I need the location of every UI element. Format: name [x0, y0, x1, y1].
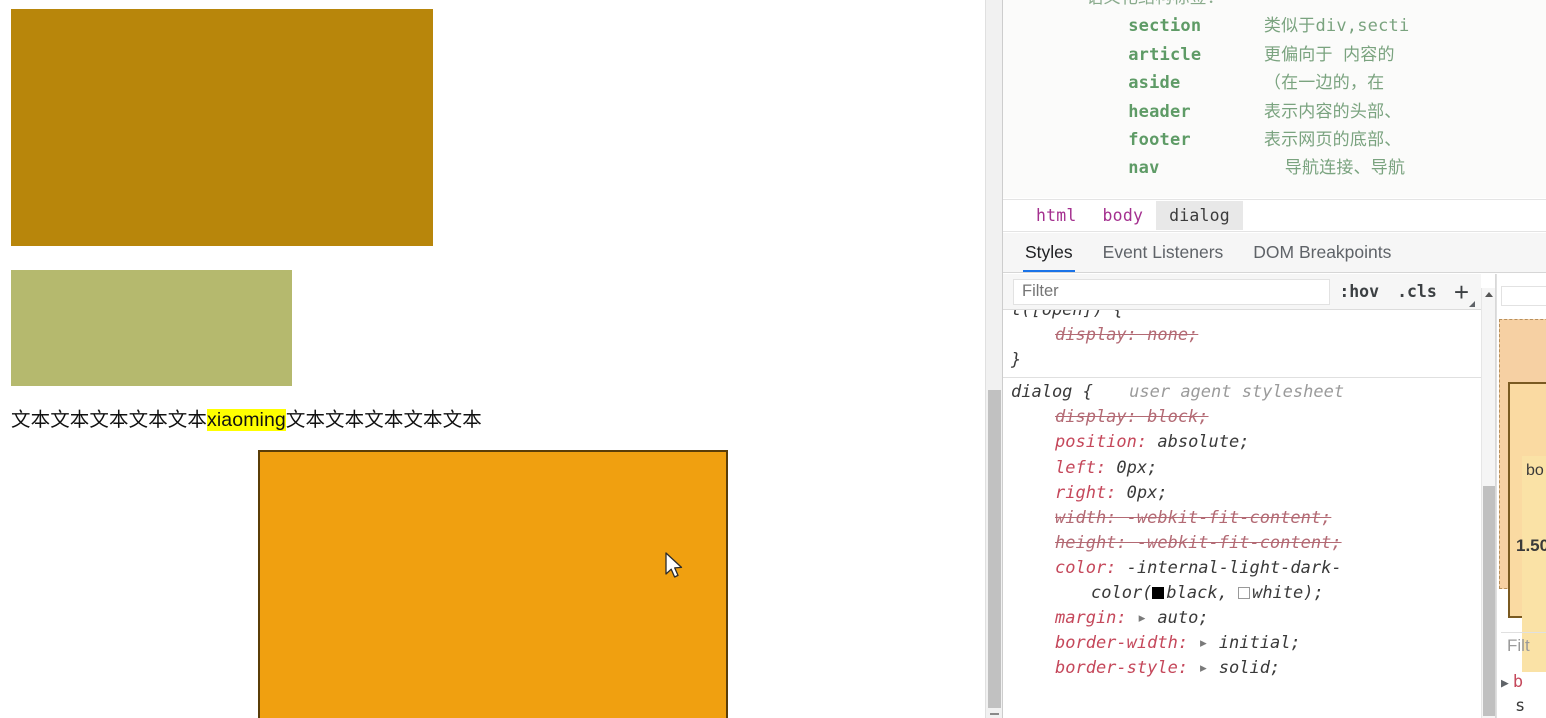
css-prop-width[interactable]: width: -webkit-fit-content; — [1011, 506, 1331, 531]
dom-tree-area: 语义化结构标签： section 类似于div,secti article 更偏… — [1003, 0, 1546, 198]
sample-text-line: 文本文本文本文本文本xiaoming文本文本文本文本文本 — [11, 406, 951, 434]
highlighted-text: xiaoming — [207, 409, 286, 431]
css-prop-margin[interactable]: margin: — [1011, 606, 1127, 631]
computed-property-row-2[interactable]: s — [1515, 696, 1525, 716]
css-val-position[interactable]: absolute; — [1147, 432, 1249, 452]
css-val-right[interactable]: 0px; — [1116, 483, 1168, 503]
color-swatch-black[interactable] — [1152, 587, 1165, 600]
page-viewport: 文本文本文本文本文本xiaoming文本文本文本文本文本 — [0, 0, 985, 718]
styles-toolbar: :hov .cls + — [1003, 274, 1481, 310]
tab-event-listeners[interactable]: Event Listeners — [1103, 233, 1224, 272]
screen-root: 文本文本文本文本文本xiaoming文本文本文本文本文本 语义化结构标签： se… — [0, 0, 1546, 718]
css-val-color-cont[interactable]: color(black, white); — [1011, 581, 1324, 606]
devtools-panel: 语义化结构标签： section 类似于div,secti article 更偏… — [1002, 0, 1546, 718]
breadcrumb-item-dialog[interactable]: dialog — [1156, 201, 1243, 230]
css-rule-not-open[interactable]: t([open]) { display: none; } — [1003, 310, 1481, 377]
cls-button[interactable]: .cls — [1388, 282, 1446, 301]
dialog-element[interactable] — [258, 450, 728, 718]
expand-triangle-icon[interactable]: ▸ — [1188, 658, 1208, 678]
css-prop-border-width[interactable]: border-width: — [1011, 631, 1188, 656]
tab-dom-breakpoints[interactable]: DOM Breakpoints — [1253, 233, 1391, 272]
breadcrumb-item-html[interactable]: html — [1023, 201, 1090, 230]
styles-rules-pane: t([open]) { display: none; } dialog { us… — [1003, 310, 1481, 718]
css-prop-position[interactable]: position: — [1011, 430, 1147, 455]
box-model-margin[interactable]: bo 1.50 — [1499, 319, 1546, 672]
css-selector-1[interactable]: t([open]) { — [1011, 310, 1124, 320]
scrollbar-down-arrow-icon[interactable] — [990, 713, 999, 715]
computed-property-row[interactable]: ▶ b — [1501, 672, 1523, 692]
css-rule-close-1: } — [1011, 350, 1022, 371]
new-style-rule-button[interactable]: + — [1446, 279, 1476, 307]
page-scrollbar-thumb[interactable] — [988, 390, 1001, 708]
box-model-label: bo — [1526, 462, 1544, 479]
gold-rectangle — [11, 9, 433, 246]
text-before: 文本文本文本文本文本 — [11, 409, 208, 431]
css-prop-height[interactable]: height: -webkit-fit-content; — [1011, 531, 1342, 556]
css-val-margin[interactable]: auto; — [1147, 608, 1208, 628]
css-val-border-style[interactable]: solid; — [1209, 658, 1280, 678]
styles-scrollbar-thumb[interactable] — [1483, 486, 1495, 716]
css-selector-dialog[interactable]: dialog { — [1011, 382, 1093, 402]
page-scrollbar[interactable] — [985, 0, 1002, 718]
styles-pane-scrollbar[interactable] — [1481, 288, 1495, 718]
scrollbar-up-arrow-icon[interactable] — [1485, 292, 1493, 297]
css-val-color[interactable]: -internal-light-dark- — [1116, 558, 1342, 578]
color-swatch-white[interactable] — [1238, 587, 1251, 600]
css-rule-dialog[interactable]: dialog { user agent stylesheet display: … — [1003, 377, 1481, 685]
computed-filter-input-bottom[interactable]: Filt — [1501, 632, 1546, 658]
breadcrumb: html body dialog — [1003, 199, 1546, 232]
tab-styles[interactable]: Styles — [1023, 233, 1075, 272]
css-prop-left[interactable]: left: — [1011, 456, 1106, 481]
hov-button[interactable]: :hov — [1330, 282, 1388, 301]
styles-filter-input[interactable] — [1013, 278, 1331, 305]
expand-triangle-icon[interactable]: ▶ — [1501, 676, 1509, 691]
computed-pane: bo 1.50 Filt ▶ b s — [1496, 274, 1546, 718]
olive-rectangle — [11, 270, 292, 386]
computed-property-name[interactable]: b — [1513, 672, 1523, 692]
expand-triangle-icon[interactable]: ▸ — [1127, 608, 1147, 628]
css-origin-label: user agent stylesheet — [1129, 382, 1345, 403]
breadcrumb-item-body[interactable]: body — [1090, 201, 1157, 230]
css-val-left[interactable]: 0px; — [1106, 458, 1157, 478]
css-prop-display-none[interactable]: display: none; — [1011, 323, 1198, 348]
css-prop-display[interactable]: display: block; — [1011, 405, 1209, 430]
text-after: 文本文本文本文本文本 — [285, 409, 482, 431]
css-prop-color[interactable]: color: — [1011, 556, 1116, 581]
box-model-value: 1.50 — [1516, 536, 1546, 555]
computed-filter-input-top[interactable] — [1501, 286, 1546, 306]
code-snippet: 语义化结构标签： section 类似于div,secti article 更偏… — [1086, 0, 1410, 179]
css-prop-right[interactable]: right: — [1011, 481, 1116, 506]
devtools-tab-bar: Styles Event Listeners DOM Breakpoints — [1003, 233, 1546, 273]
box-model-border[interactable]: bo 1.50 — [1508, 382, 1546, 672]
css-val-border-width[interactable]: initial; — [1209, 633, 1301, 653]
css-prop-border-style[interactable]: border-style: — [1011, 656, 1188, 681]
expand-triangle-icon[interactable]: ▸ — [1188, 633, 1208, 653]
